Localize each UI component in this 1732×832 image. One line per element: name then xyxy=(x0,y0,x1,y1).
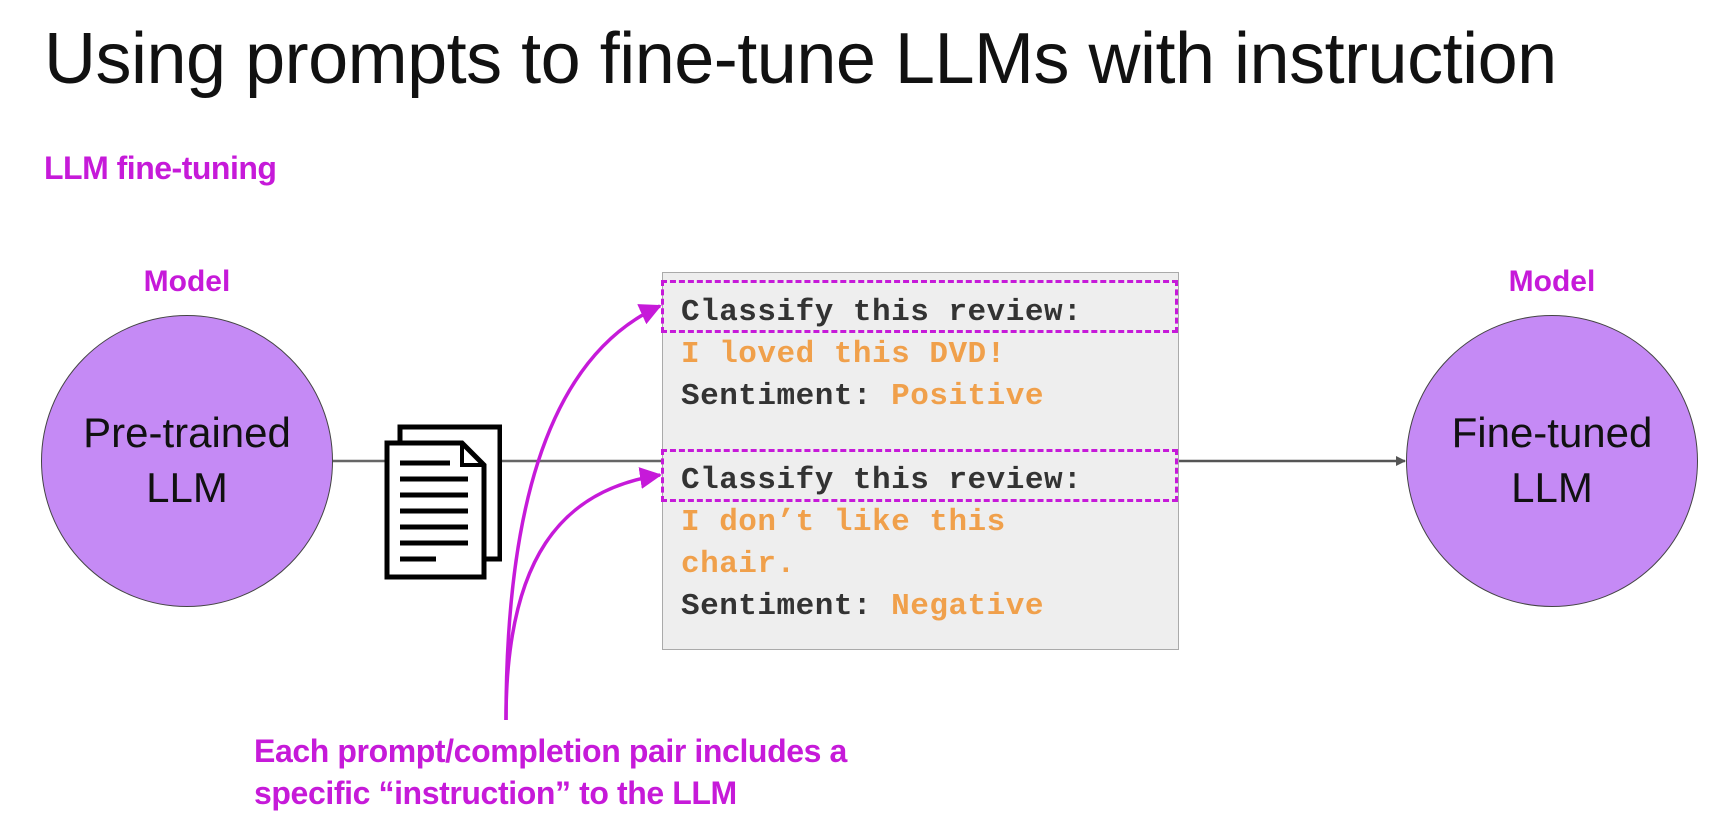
instruction-arrow-1 xyxy=(504,304,662,721)
sentiment-line-1: Sentiment: Positive xyxy=(681,379,1044,414)
finetuned-llm-circle: Fine-tuned LLM xyxy=(1406,315,1698,607)
sentiment-line-2: Sentiment: Negative xyxy=(681,589,1044,624)
sentiment-value-1: Positive xyxy=(891,379,1044,414)
instruction-text-2: Classify this review: xyxy=(681,463,1083,498)
review-text-2b: chair. xyxy=(681,547,796,582)
instruction-arrow-2 xyxy=(504,467,662,721)
review-text-1: I loved this DVD! xyxy=(681,337,1006,372)
instruction-text-1: Classify this review: xyxy=(681,295,1083,330)
review-text-2a: I don’t like this xyxy=(681,505,1006,540)
prompt-examples-box: Classify this review: I loved this DVD! … xyxy=(661,272,1179,650)
finetuned-llm-text: Fine-tuned LLM xyxy=(1451,409,1653,511)
documents-icon xyxy=(384,424,502,580)
caption: Each prompt/completion pair includes a s… xyxy=(254,730,847,814)
sentiment-label-2: Sentiment: xyxy=(681,589,873,624)
left-model-label: Model xyxy=(143,265,231,298)
sentiment-label-1: Sentiment: xyxy=(681,379,873,414)
caption-line-2: specific “instruction” to the LLM xyxy=(254,775,737,811)
right-model-label: Model xyxy=(1508,265,1596,298)
pretrained-llm-text: Pre-trained LLM xyxy=(83,409,291,511)
sentiment-value-2: Negative xyxy=(891,589,1044,624)
caption-line-1: Each prompt/completion pair includes a xyxy=(254,733,847,769)
pretrained-llm-circle: Pre-trained LLM xyxy=(41,315,333,607)
